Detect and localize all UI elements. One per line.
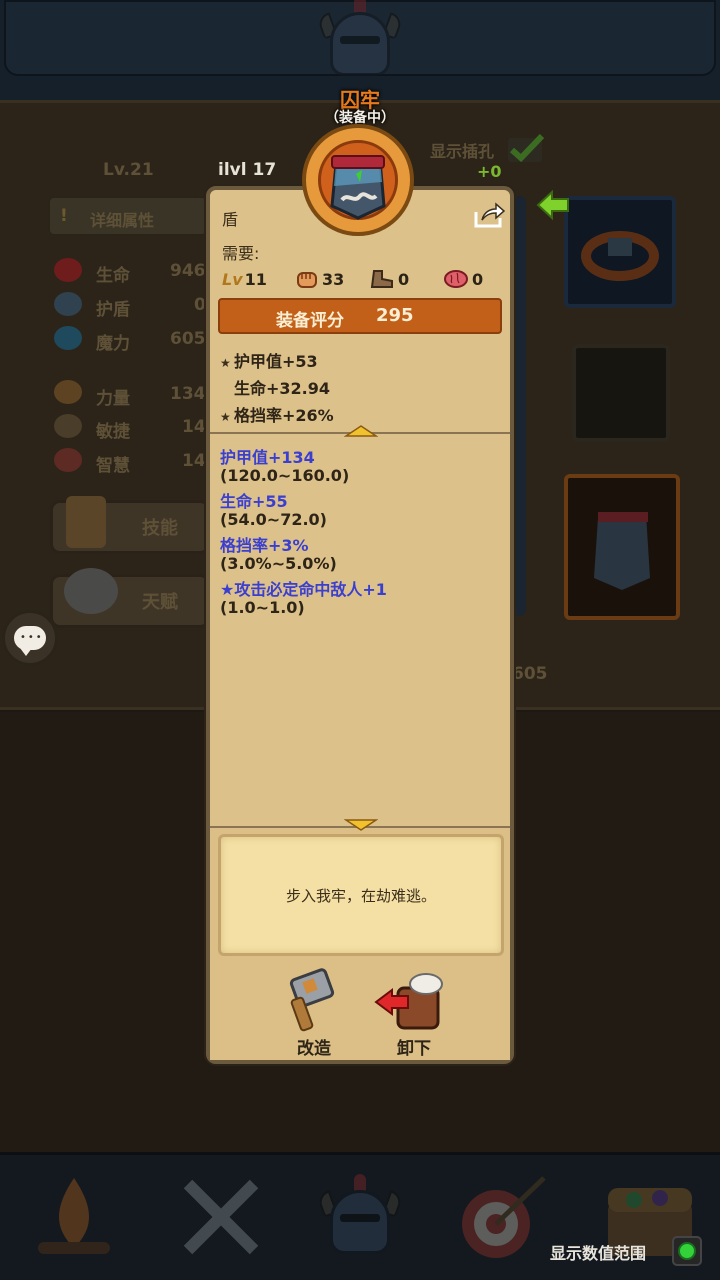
reforge-button[interactable]: 改造 xyxy=(274,968,354,1059)
affix-block-range: (3.0%~5.0%) xyxy=(220,554,337,573)
req-level: Lv 11 xyxy=(222,266,267,292)
brain-icon xyxy=(444,270,468,288)
shield-icon xyxy=(54,292,82,316)
equip-slot-shield[interactable] xyxy=(564,474,680,620)
crossed-swords-icon[interactable] xyxy=(170,1168,270,1268)
chevron-down-icon[interactable] xyxy=(344,818,378,832)
arrow-left-icon[interactable] xyxy=(536,190,570,220)
detail-attributes-button[interactable]: ! 详细属性 xyxy=(48,196,208,236)
req-strength: 33 xyxy=(294,266,344,292)
stat-value-hp: 946 xyxy=(170,261,206,281)
stat-value-agility: 14 xyxy=(182,417,206,437)
talent-label: 天赋 xyxy=(142,592,178,613)
stat-label-strength: 力量 xyxy=(96,389,130,409)
toggle-on-indicator xyxy=(678,1242,696,1260)
star-icon: ★ xyxy=(220,356,231,370)
scroll-icon xyxy=(66,496,106,548)
req-wisdom: 0 xyxy=(442,266,483,292)
show-range-toggle[interactable] xyxy=(672,1236,702,1266)
affix-armor-range: (120.0~160.0) xyxy=(220,466,350,485)
req-strength-value: 33 xyxy=(322,269,345,289)
mana-drop-icon xyxy=(54,326,82,350)
boot-icon xyxy=(370,270,393,288)
item-icon-frame xyxy=(302,124,414,236)
base-stat-block: ★ 格挡率+26% xyxy=(220,406,334,425)
flavor-text: 步入我牢，在劫难逃。 xyxy=(285,887,436,905)
character-nav-icon[interactable] xyxy=(316,1174,404,1264)
fist-icon xyxy=(297,272,317,288)
socket-bonus: +0 xyxy=(477,162,502,181)
affix-hp: 生命+55 xyxy=(220,492,288,511)
req-level-value: 11 xyxy=(244,269,267,289)
detail-attributes-label: 详细属性 xyxy=(90,211,155,230)
stat-label-agility: 敏捷 xyxy=(96,422,130,442)
skills-label: 技能 xyxy=(142,518,178,539)
affix-armor: 护甲值+134 xyxy=(220,448,315,467)
affix-hp-range: (54.0~72.0) xyxy=(220,510,327,529)
shield-item-icon xyxy=(594,512,650,590)
ring-icon xyxy=(581,231,659,281)
stat-label-mana: 魔力 xyxy=(96,334,130,354)
game-screen: Lv.21 ! 详细属性 生命 946 护盾 0 魔力 605 力量 134 敏… xyxy=(0,0,720,1280)
brain-icon xyxy=(54,448,82,472)
info-icon: ! xyxy=(60,206,68,226)
chevron-up-icon[interactable] xyxy=(344,424,378,438)
unequip-label: 卸下 xyxy=(397,1039,431,1059)
checkmark-icon[interactable] xyxy=(506,134,546,164)
item-type: 盾 xyxy=(222,210,239,229)
base-stat-armor: ★ 护甲值+53 xyxy=(220,352,318,371)
stat-value-mana: 605 xyxy=(170,329,206,349)
req-agility-value: 0 xyxy=(398,269,410,289)
stat-value-strength: 134 xyxy=(170,384,206,404)
unequip-icon xyxy=(374,973,443,1030)
requirements-label: 需要: xyxy=(222,244,260,263)
gear-score-bar: 装备评分 295 xyxy=(218,298,502,334)
item-level: ilvl 17 xyxy=(218,160,276,180)
equip-slot-ring[interactable] xyxy=(564,196,676,308)
heart-icon xyxy=(54,258,82,282)
affix-block: 格挡率+3% xyxy=(220,536,309,555)
unequip-button[interactable]: 卸下 xyxy=(374,968,454,1059)
fist-icon xyxy=(54,380,82,404)
share-icon[interactable] xyxy=(472,200,506,230)
req-wisdom-value: 0 xyxy=(472,269,484,289)
item-tooltip: 盾 需要: Lv 11 33 0 0 装备评分 295 ★ 护甲值+53 生命+… xyxy=(206,186,514,1064)
affix-accuracy: ★攻击必定命中敌人+1 xyxy=(220,580,387,599)
character-helmet-icon xyxy=(316,0,404,86)
slot-edge xyxy=(514,196,526,616)
stat-label-wisdom: 智慧 xyxy=(96,456,130,476)
chat-bubble-icon: ••• xyxy=(14,626,46,656)
campfire-icon[interactable] xyxy=(24,1168,124,1268)
stat-value-wisdom: 14 xyxy=(182,451,206,471)
flavor-scroll: 步入我牢，在劫难逃。 xyxy=(218,834,504,956)
boot-icon xyxy=(54,414,82,438)
show-range-label: 显示数值范围 xyxy=(550,1244,647,1263)
equip-slot-empty[interactable] xyxy=(572,344,670,442)
gear-score-label: 装备评分 xyxy=(276,311,344,331)
gear-score-value: 295 xyxy=(376,305,414,326)
affix-accuracy-range: (1.0~1.0) xyxy=(220,598,305,617)
star-icon: ★ xyxy=(220,410,231,424)
stat-value-shield: 0 xyxy=(194,295,206,315)
stat-label-shield: 护盾 xyxy=(96,300,130,320)
stat-label-hp: 生命 xyxy=(96,266,130,286)
bottom-stat-value: 605 xyxy=(512,664,548,684)
character-level: Lv.21 xyxy=(103,160,154,180)
show-sockets-label: 显示插孔 xyxy=(430,142,495,161)
req-agility: 0 xyxy=(368,266,409,292)
chat-button[interactable]: ••• xyxy=(2,610,58,666)
reforge-label: 改造 xyxy=(297,1039,331,1059)
base-stat-hp: 生命+32.94 xyxy=(234,379,331,398)
item-level-label: ilvl xyxy=(218,160,247,180)
hammer-icon xyxy=(289,968,335,1032)
item-level-value: 17 xyxy=(252,160,277,180)
target-icon[interactable] xyxy=(452,1168,552,1268)
prison-shield-icon xyxy=(330,155,386,220)
level-badge-icon: Lv xyxy=(222,269,243,289)
stone-icon xyxy=(64,568,118,614)
star-icon: ★ xyxy=(220,580,235,599)
